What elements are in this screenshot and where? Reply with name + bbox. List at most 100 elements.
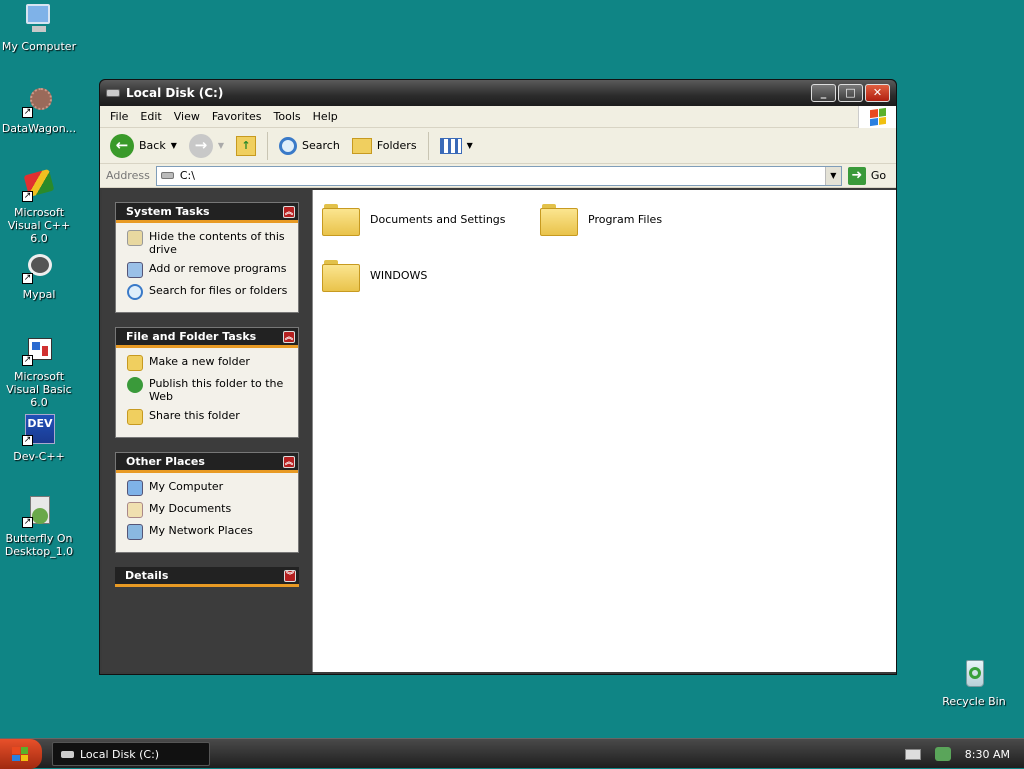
task-hide-contents[interactable]: Hide the contents of this drive xyxy=(127,230,288,256)
search-button[interactable]: Search xyxy=(275,134,344,158)
local-disk-icon xyxy=(160,172,174,179)
desktop-icon-my-computer[interactable]: My Computer xyxy=(0,2,78,53)
place-my-computer[interactable]: My Computer xyxy=(127,480,288,496)
window-body: System Tasks ︽ Hide the contents of this… xyxy=(102,190,896,672)
menu-favorites[interactable]: Favorites xyxy=(206,110,268,123)
panel-title: System Tasks xyxy=(126,205,210,218)
desktop-icon-visual-basic[interactable]: ↗ Microsoft Visual Basic 6.0 xyxy=(0,332,78,409)
dev-cpp-icon: DEV ↗ xyxy=(22,412,56,446)
address-field[interactable]: C:\ ▼ xyxy=(155,165,842,186)
go-label: Go xyxy=(870,169,887,182)
address-label: Address xyxy=(106,169,150,182)
place-label: My Computer xyxy=(149,480,224,493)
expand-icon[interactable]: ︾ xyxy=(284,570,296,582)
clock[interactable]: 8:30 AM xyxy=(965,748,1010,761)
visual-cpp-icon: ↗ xyxy=(22,168,56,202)
menu-view[interactable]: View xyxy=(168,110,206,123)
minimize-button[interactable]: _ xyxy=(811,84,836,102)
task-label: Share this folder xyxy=(149,409,240,422)
folder-program-files[interactable]: Program Files xyxy=(540,202,662,236)
local-disk-icon xyxy=(106,89,120,97)
desktop-icon-datawagon[interactable]: ↗ DataWagon... xyxy=(0,84,78,135)
address-dropdown-icon[interactable]: ▼ xyxy=(824,166,841,185)
desktop-icon-mypal[interactable]: ↗ Mypal xyxy=(0,250,78,301)
folder-windows[interactable]: WINDOWS xyxy=(322,258,427,292)
go-button[interactable]: ➜ Go xyxy=(847,166,887,185)
task-label: Search for files or folders xyxy=(149,284,288,297)
menu-help[interactable]: Help xyxy=(307,110,344,123)
back-arrow-icon: ← xyxy=(110,133,134,158)
visual-basic-icon: ↗ xyxy=(22,332,56,366)
recycle-bin-icon xyxy=(957,657,991,691)
menu-tools[interactable]: Tools xyxy=(268,110,307,123)
toolbar: ← Back ▼ → ▼ ↑ Search Folders ▼ xyxy=(100,128,896,164)
panel-title: Details xyxy=(125,569,169,582)
place-my-network-places[interactable]: My Network Places xyxy=(127,524,288,540)
panel-other-places: Other Places ︽ My Computer My Documents … xyxy=(115,452,299,553)
my-computer-icon xyxy=(22,2,56,36)
menu-edit[interactable]: Edit xyxy=(134,110,167,123)
panel-system-tasks: System Tasks ︽ Hide the contents of this… xyxy=(115,202,299,313)
desktop-icon-recycle-bin[interactable]: Recycle Bin xyxy=(935,657,1013,708)
desktop-icon-dev-cpp[interactable]: DEV ↗ Dev-C++ xyxy=(0,412,78,463)
add-remove-programs-icon xyxy=(127,262,143,278)
hide-contents-icon xyxy=(127,230,143,246)
forward-button[interactable]: → ▼ xyxy=(185,131,228,161)
back-button[interactable]: ← Back ▼ xyxy=(106,131,181,161)
desktop-icon-visual-cpp[interactable]: ↗ Microsoft Visual C++ 6.0 xyxy=(0,168,78,245)
task-search-files[interactable]: Search for files or folders xyxy=(127,284,288,300)
task-share-folder[interactable]: Share this folder xyxy=(127,409,288,425)
panel-title: File and Folder Tasks xyxy=(126,330,257,343)
shortcut-arrow-icon: ↗ xyxy=(22,355,33,366)
new-folder-icon xyxy=(127,355,143,371)
title-bar[interactable]: Local Disk (C:) _ □ ✕ xyxy=(100,80,896,106)
maximize-button[interactable]: □ xyxy=(838,84,863,102)
panel-title: Other Places xyxy=(126,455,205,468)
local-disk-icon xyxy=(61,750,74,758)
folder-icon xyxy=(322,202,360,236)
explorer-window: Local Disk (C:) _ □ ✕ File Edit View Fav… xyxy=(99,79,897,675)
task-new-folder[interactable]: Make a new folder xyxy=(127,355,288,371)
forward-arrow-icon: → xyxy=(188,133,213,158)
butterfly-icon: ↗ xyxy=(22,494,56,528)
taskbar-button-local-disk[interactable]: Local Disk (C:) xyxy=(52,742,210,766)
network-icon[interactable] xyxy=(934,747,951,761)
start-button[interactable] xyxy=(0,739,42,769)
desktop-icon-butterfly[interactable]: ↗ Butterfly On Desktop_1.0 xyxy=(0,494,78,558)
panel-header-system-tasks[interactable]: System Tasks ︽ xyxy=(116,203,298,223)
views-button[interactable]: ▼ xyxy=(436,135,477,157)
folder-up-icon: ↑ xyxy=(236,135,257,156)
mypal-icon: ↗ xyxy=(22,250,56,284)
folder-icon xyxy=(540,202,578,236)
share-folder-icon xyxy=(127,409,143,425)
back-dropdown-icon[interactable]: ▼ xyxy=(171,141,177,150)
folder-documents-and-settings[interactable]: Documents and Settings xyxy=(322,202,506,236)
folder-icon xyxy=(322,258,360,292)
up-button[interactable]: ↑ xyxy=(232,133,260,159)
task-publish-web[interactable]: Publish this folder to the Web xyxy=(127,377,288,403)
task-add-remove-programs[interactable]: Add or remove programs xyxy=(127,262,288,278)
shortcut-arrow-icon: ↗ xyxy=(22,107,33,118)
my-documents-icon xyxy=(127,502,143,518)
folders-button[interactable]: Folders xyxy=(348,135,421,157)
toolbar-separator xyxy=(267,131,269,160)
views-icon xyxy=(439,137,462,154)
collapse-icon[interactable]: ︽ xyxy=(283,206,295,218)
place-my-documents[interactable]: My Documents xyxy=(127,502,288,518)
windows-logo xyxy=(858,106,896,128)
window-title: Local Disk (C:) xyxy=(126,86,224,100)
panel-header-details[interactable]: Details ︾ xyxy=(115,567,299,587)
panel-header-file-folder-tasks[interactable]: File and Folder Tasks ︽ xyxy=(116,328,298,348)
folder-label: Documents and Settings xyxy=(370,212,506,226)
place-label: My Network Places xyxy=(149,524,253,537)
keyboard-icon[interactable] xyxy=(904,748,921,760)
search-icon xyxy=(279,136,298,155)
task-label: Add or remove programs xyxy=(149,262,287,275)
panel-header-other-places[interactable]: Other Places ︽ xyxy=(116,453,298,473)
collapse-icon[interactable]: ︽ xyxy=(283,331,295,343)
shortcut-arrow-icon: ↗ xyxy=(22,517,33,528)
shortcut-arrow-icon: ↗ xyxy=(22,191,33,202)
menu-file[interactable]: File xyxy=(104,110,134,123)
close-button[interactable]: ✕ xyxy=(865,84,890,102)
collapse-icon[interactable]: ︽ xyxy=(283,456,295,468)
